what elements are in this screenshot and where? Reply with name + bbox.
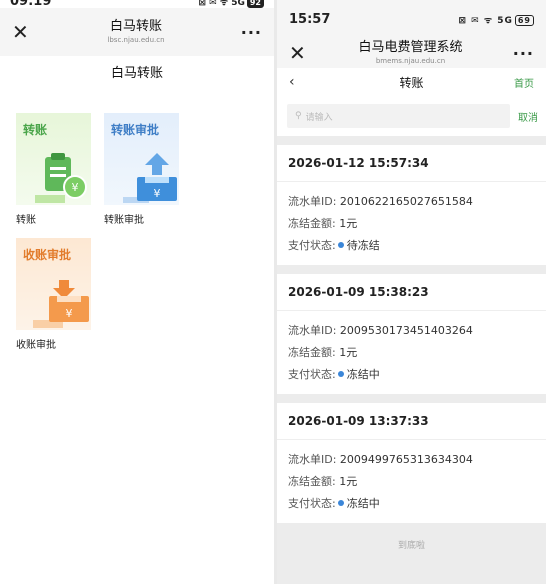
tile-card[interactable]: 转账 ¥	[16, 113, 91, 205]
status-time: 15:57	[289, 11, 331, 27]
close-icon[interactable]: ✕	[12, 22, 32, 42]
search-input[interactable]: ⚲ 请输入	[287, 104, 510, 128]
right-screen: 15:57 ⊠ ✉ ᯤ 5G 69 ✕ 白马电费管理系统 bmems.njau.e…	[277, 0, 546, 584]
record-time: 2026-01-09 15:38:23	[277, 274, 546, 311]
record-time: 2026-01-12 15:57:34	[277, 145, 546, 182]
app-title: 白马转账	[109, 19, 162, 34]
tile-card-title: 收账审批	[23, 248, 72, 262]
tile-transfer-approval[interactable]: 转账审批 ¥ 转账审批	[104, 113, 179, 226]
status-dot-icon	[337, 242, 344, 248]
record-serial: 流水单ID: 2009530173451403264	[288, 324, 473, 337]
search-placeholder: 请输入	[305, 112, 333, 123]
record-status: 支付状态: 待冻结	[288, 239, 380, 252]
battery-icon: 69	[514, 14, 534, 26]
page-title: 转账	[399, 75, 424, 90]
tile-card[interactable]: 转账审批 ¥	[104, 113, 179, 205]
more-icon[interactable]: ···	[240, 23, 262, 42]
tile-label: 收账审批	[16, 340, 56, 351]
record-serial: 流水单ID: 2010622165027651584	[288, 195, 473, 208]
status-bar: 15:57 ⊠ ✉ ᯤ 5G 69	[277, 0, 546, 38]
record-serial: 流水单ID: 2009499765313634304	[288, 453, 473, 466]
wechat-title-bar: ✕ 白马电费管理系统 bmems.njau.edu.cn ···	[277, 38, 546, 68]
status-dot-icon	[337, 500, 344, 506]
wechat-title-bar: ✕ 白马转账 lbsc.njau.edu.cn ···	[0, 8, 274, 56]
page-title: 白马转账	[110, 66, 163, 81]
record-status: 支付状态: 冻结中	[288, 368, 380, 381]
more-icon[interactable]: ···	[512, 44, 534, 63]
status-dot-icon	[337, 371, 344, 377]
tile-label: 转账	[16, 215, 36, 226]
status-time: 09:19	[10, 0, 52, 8]
app-title: 白马电费管理系统	[358, 40, 463, 55]
svg-text:¥: ¥	[154, 187, 161, 200]
back-arrow-icon[interactable]: ‹	[289, 74, 319, 90]
record-time: 2026-01-09 13:37:33	[277, 403, 546, 440]
search-icon: ⚲	[295, 111, 302, 121]
clipboard-yen-icon: ¥	[35, 153, 87, 203]
wechat-title: 白马转账 lbsc.njau.edu.cn	[107, 19, 164, 45]
end-of-list-text: 到底啦	[397, 541, 425, 551]
home-link[interactable]: 首页	[504, 75, 534, 90]
battery-icon: 92	[246, 0, 264, 8]
app-domain: bmems.njau.edu.cn	[375, 57, 446, 65]
status-icons: ⊠ ✉ ᯤ 5G 69	[459, 13, 534, 26]
status-bar: 09:19 ⊠ ✉ ᯤ 5G 92	[0, 0, 274, 8]
wechat-title: 白马电费管理系统 bmems.njau.edu.cn	[358, 40, 462, 66]
tile-card-title: 转账审批	[111, 123, 160, 137]
tray-upload-yen-icon: ¥	[123, 153, 177, 203]
record-amount: 冻结金额: 1元	[288, 346, 358, 359]
status-icons: ⊠ ✉ ᯤ 5G 92	[199, 0, 264, 8]
tile-label: 转账审批	[104, 215, 144, 226]
record-status: 支付状态: 冻结中	[288, 497, 380, 510]
tile-receipt-approval[interactable]: 收账审批 ¥ 收账审批	[16, 238, 91, 351]
svg-text:¥: ¥	[72, 181, 79, 194]
tray-download-yen-icon: ¥	[33, 280, 89, 328]
record-list: 2026-01-12 15:57:34 流水单ID: 2010622165027…	[277, 145, 546, 523]
cancel-button[interactable]: 取消	[518, 109, 538, 124]
left-screen: 09:19 ⊠ ✉ ᯤ 5G 92 ✕ 白马转账 lbsc.njau.edu.cn…	[0, 0, 274, 584]
tile-transfer[interactable]: 转账 ¥ 转账	[16, 113, 91, 226]
close-icon[interactable]: ✕	[289, 43, 309, 63]
search-row: ⚲ 请输入 取消	[277, 96, 546, 136]
record-card[interactable]: 2026-01-12 15:57:34 流水单ID: 2010622165027…	[277, 145, 546, 265]
app-domain: lbsc.njau.edu.cn	[107, 36, 165, 44]
svg-text:¥: ¥	[66, 307, 73, 320]
record-amount: 冻结金额: 1元	[288, 475, 358, 488]
record-amount: 冻结金额: 1元	[288, 217, 358, 230]
tile-card[interactable]: 收账审批 ¥	[16, 238, 91, 330]
tile-card-title: 转账	[23, 123, 48, 137]
page-nav-bar: ‹ 转账 首页	[277, 68, 546, 96]
record-card[interactable]: 2026-01-09 13:37:33 流水单ID: 2009499765313…	[277, 403, 546, 523]
record-card[interactable]: 2026-01-09 15:38:23 流水单ID: 2009530173451…	[277, 274, 546, 394]
